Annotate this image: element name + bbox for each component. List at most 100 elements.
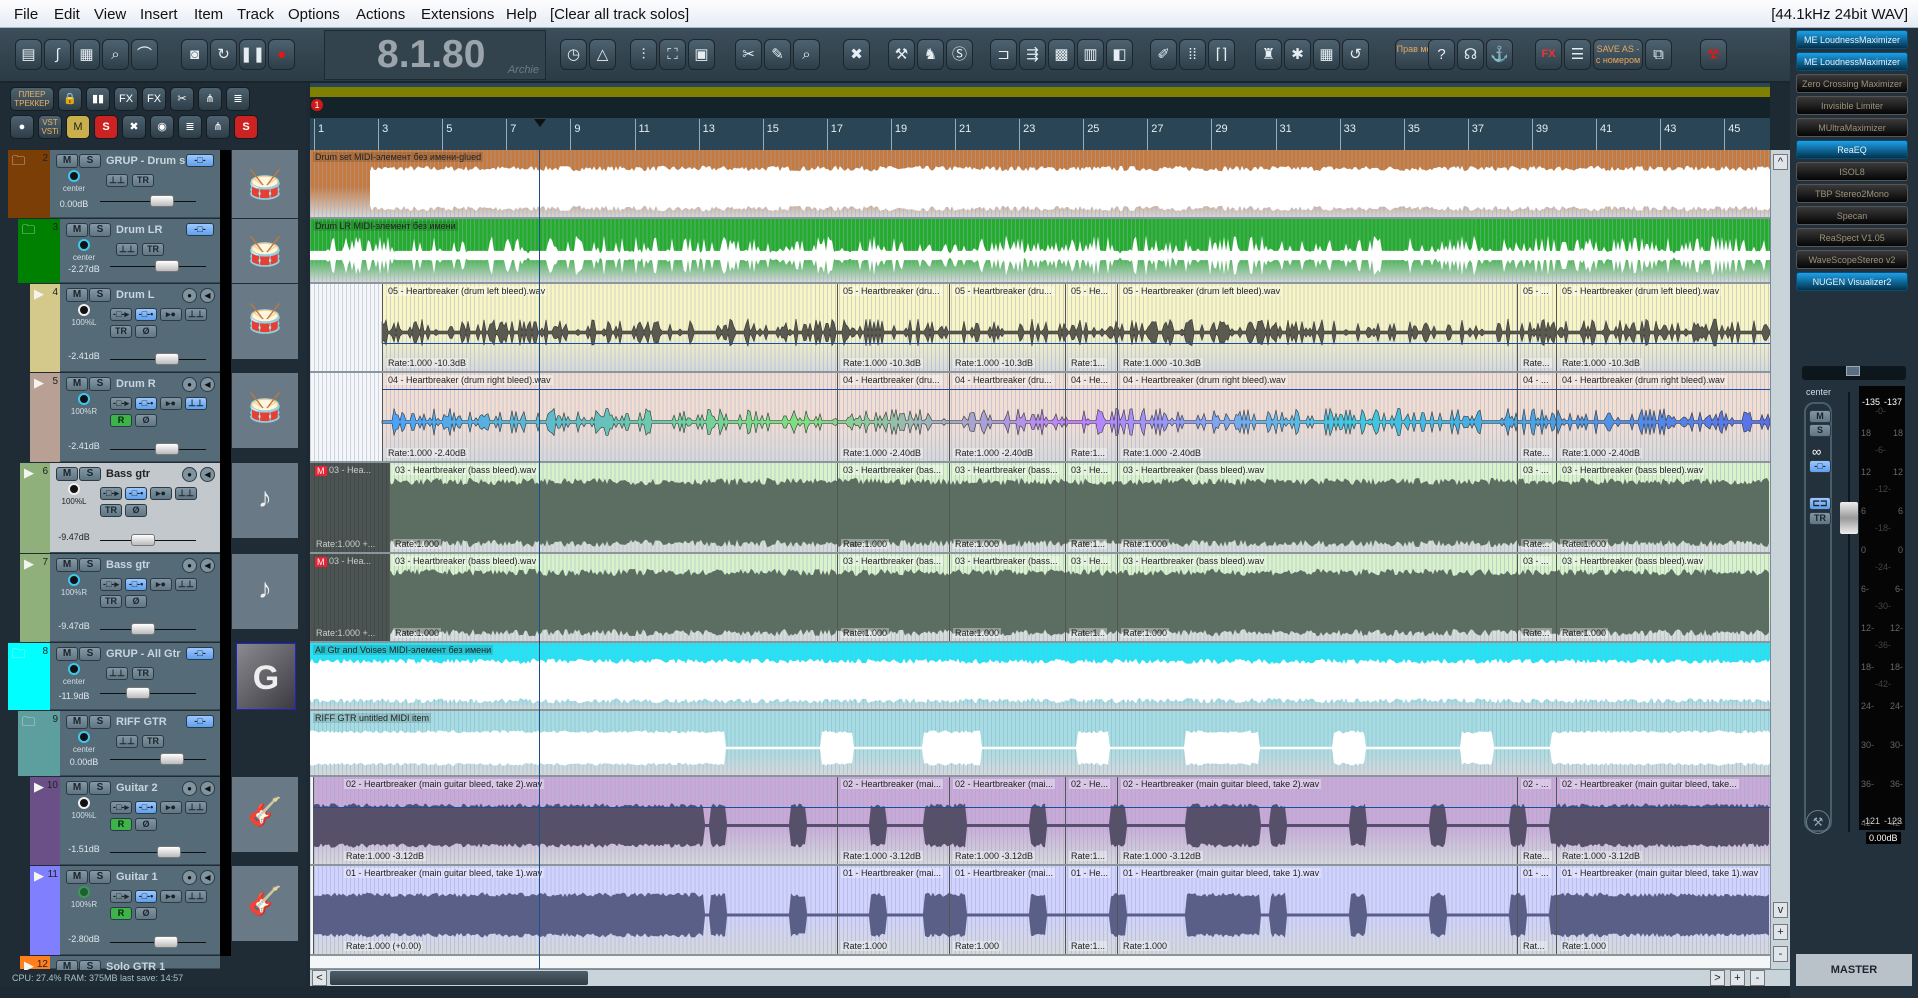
volume-fader[interactable] xyxy=(149,195,174,207)
pan-knob[interactable] xyxy=(78,239,90,251)
record-arm-button[interactable]: ● xyxy=(182,377,197,392)
phase-button[interactable]: ⊥⊥ xyxy=(185,397,207,410)
route-tree-button[interactable]: ⋔ xyxy=(206,115,230,139)
mixer-button[interactable]: ⫶ xyxy=(630,39,657,70)
metronome-clock-button[interactable]: ◷ xyxy=(560,39,587,70)
track-arrow-icon[interactable]: ▶ xyxy=(24,465,34,481)
mute-button[interactable]: M xyxy=(56,647,78,661)
fx-slot[interactable]: ME LoudnessMaximizer xyxy=(1796,52,1908,71)
media-item[interactable]: 03 - Heartbreaker (bas... Rate:1.000 xyxy=(837,463,949,552)
fx-slot[interactable]: Zero Crossing Maximizer xyxy=(1796,74,1908,93)
volume-fader[interactable] xyxy=(156,846,181,858)
trim-button[interactable]: TR xyxy=(132,174,154,187)
phase-button[interactable]: ⊥⊥ xyxy=(185,801,207,814)
track-4-lane[interactable]: 05 - Heartbreaker (drum left bleed).wav R… xyxy=(310,284,1770,373)
loop-button[interactable]: ↻ xyxy=(210,39,237,70)
track-control-area[interactable]: M S Guitar 1 ● ◀ -□-▸ -□-• ▸● ⊥⊥ R Ø 100%R -2.80dB xyxy=(60,866,220,955)
volume-fader[interactable] xyxy=(130,623,155,635)
track-color-strip[interactable]: ▶ 7 xyxy=(20,554,50,642)
pause-button[interactable]: ❚❚ xyxy=(239,39,266,70)
item-label[interactable]: Drum LR MIDI-элемент без имени xyxy=(313,221,458,231)
record-mode-button[interactable]: ▸● xyxy=(160,890,182,903)
mute-all-button[interactable]: M xyxy=(66,115,90,139)
menu-actions[interactable]: Actions xyxy=(356,6,405,23)
media-item[interactable]: 04 - Heartbreaker (drum right bleed).wav… xyxy=(1117,373,1517,461)
cleanup-button[interactable]: ♜ xyxy=(1255,39,1282,70)
media-item[interactable]: 04 - Heartbreaker (dru... Rate:1.000 -2.4… xyxy=(949,373,1065,461)
track-color-strip[interactable]: 🗀 8 xyxy=(8,643,50,710)
play-cursor[interactable] xyxy=(539,150,540,969)
copy-files-button[interactable]: ⧉ xyxy=(1645,39,1672,70)
item-label[interactable]: Drum set MIDI-элемент без имени-glued xyxy=(313,152,484,162)
fx-slot[interactable]: ME LoudnessMaximizer xyxy=(1796,30,1908,49)
media-item[interactable]: 05 - Heartbreaker (drum left bleed).wav R… xyxy=(1556,284,1769,371)
trim-button[interactable]: TR xyxy=(110,325,132,338)
record-mode-button[interactable]: ▸● xyxy=(150,487,172,500)
route-button[interactable]: -□-• xyxy=(135,308,157,321)
track-name[interactable]: GRUP - All Gtr xyxy=(106,648,181,660)
pan-knob[interactable] xyxy=(78,393,90,405)
undo-disk-button[interactable]: ↺ xyxy=(1342,39,1369,70)
media-item[interactable]: 01 - Heartbreaker (main guitar bleed, ta… xyxy=(1556,866,1769,954)
media-item[interactable]: 04 - ... Rate... xyxy=(1517,373,1556,461)
volume-envelope[interactable] xyxy=(382,389,1770,390)
pan-knob[interactable] xyxy=(78,797,90,809)
media-item[interactable]: 05 - Heartbreaker (drum left bleed).wav R… xyxy=(1117,284,1517,371)
menu-extensions[interactable]: Extensions xyxy=(421,6,494,23)
bracket-button[interactable]: ⌈⌉ xyxy=(1208,39,1235,70)
pan-knob[interactable] xyxy=(68,663,80,675)
solo-button[interactable]: S xyxy=(89,870,111,884)
solo-button[interactable]: S xyxy=(79,558,101,572)
track-12-controls[interactable]: ▶ 12 M S Solo GTR 1 xyxy=(0,956,306,970)
record-arm-button[interactable]: ● xyxy=(182,558,197,573)
record-mode-button[interactable]: ▸● xyxy=(160,397,182,410)
volume-fader[interactable] xyxy=(155,260,180,272)
master-trim-button[interactable]: TR xyxy=(1809,512,1831,525)
menu-options[interactable]: Options xyxy=(288,6,340,23)
record-arm-button[interactable]: ● xyxy=(182,870,197,885)
track-color-strip[interactable]: ▶ 10 xyxy=(30,777,60,865)
media-item[interactable]: 03 - ... Rate... xyxy=(1517,554,1556,641)
track-color-strip[interactable]: ▶ 12 xyxy=(20,956,50,970)
find-button[interactable]: ⌕ xyxy=(102,39,129,70)
track-color-strip[interactable]: ▶ 5 xyxy=(30,373,60,462)
track-10-controls[interactable]: ▶ 10 M S Guitar 2 ● ◀ -□-▸ -□-• ▸● ⊥⊥ R Ø 100%L -1.51d… xyxy=(0,777,306,866)
film-button[interactable]: ▤ xyxy=(15,39,42,70)
media-item[interactable]: 05 - He... Rate:1... xyxy=(1065,284,1117,371)
menu-file[interactable]: File xyxy=(14,6,38,23)
master-solo-button[interactable]: S xyxy=(1809,424,1831,437)
track-arrow-icon[interactable]: ▶ xyxy=(34,375,44,391)
folder-icon[interactable]: 🗀 xyxy=(22,713,35,735)
monitor-button[interactable]: ◀ xyxy=(200,377,215,392)
pencil-button[interactable]: ✎ xyxy=(764,39,791,70)
media-item[interactable]: 03 - Heartbreaker (bass... Rate:1.000 xyxy=(949,463,1065,552)
timeline-ruler[interactable]: 1 1 3 5 7 9 11 13 15 17 19 21 23 25 27 29 31 33 35 37 39 41 4… xyxy=(310,83,1770,150)
polarity-button[interactable]: Ø xyxy=(135,818,157,831)
walkers-button[interactable]: ♞ xyxy=(917,39,944,70)
track-3-controls[interactable]: 🗀 3 M S Drum LR -□- ⊥⊥ TR center -2.27dB 🥁 xyxy=(0,219,306,284)
phase-button[interactable]: ⊥⊥ xyxy=(116,735,138,748)
solo-button[interactable]: S xyxy=(89,223,111,237)
media-item[interactable]: 03 - Heartbreaker (bass bleed).wav Rate:1… xyxy=(389,554,837,641)
track-color-strip[interactable]: ▶ 11 xyxy=(30,866,60,955)
ripple-button[interactable]: ⇶ xyxy=(1019,39,1046,70)
item-label[interactable]: All Gtr and Voises MIDI-элемент без имен… xyxy=(313,645,494,655)
media-item[interactable]: 02 - Heartbreaker (main guitar bleed, ta… xyxy=(1117,777,1517,864)
table-button[interactable]: ▦ xyxy=(1313,39,1340,70)
media-item[interactable]: 04 - Heartbreaker (dru... Rate:1.000 -2.4… xyxy=(837,373,949,461)
polarity-button[interactable]: Ø xyxy=(135,414,157,427)
master-wrench-icon[interactable]: ⚒ xyxy=(1806,810,1830,834)
track-height-button[interactable]: ≣ xyxy=(226,87,250,111)
track-6-lane[interactable]: M 03 - Hea... Rate:1.000 +... 03 - Heartbre… xyxy=(310,463,1770,554)
media-item[interactable]: 04 - Heartbreaker (drum right bleed).wav… xyxy=(1556,373,1769,461)
track-arrow-icon[interactable]: ▶ xyxy=(24,958,34,970)
media-item[interactable]: 01 - Heartbreaker (mai... Rate:1.000 xyxy=(837,866,949,954)
mute-button[interactable]: M xyxy=(56,960,78,970)
media-item[interactable]: 02 - Heartbreaker (main guitar bleed, ta… xyxy=(1556,777,1769,864)
track-2-controls[interactable]: 🗀 2 M S GRUP - Drum s -□- ⊥⊥ TR center 0.00dB 🥁 xyxy=(0,150,306,219)
track-3-lane[interactable]: Drum LR MIDI-элемент без имени xyxy=(310,219,1770,284)
metronome-button[interactable]: △ xyxy=(589,39,616,70)
media-item[interactable]: 02 - ... Rate... xyxy=(1517,777,1556,864)
track-color-strip[interactable]: 🗀 2 xyxy=(8,150,50,218)
marker-bar[interactable] xyxy=(310,97,1770,118)
